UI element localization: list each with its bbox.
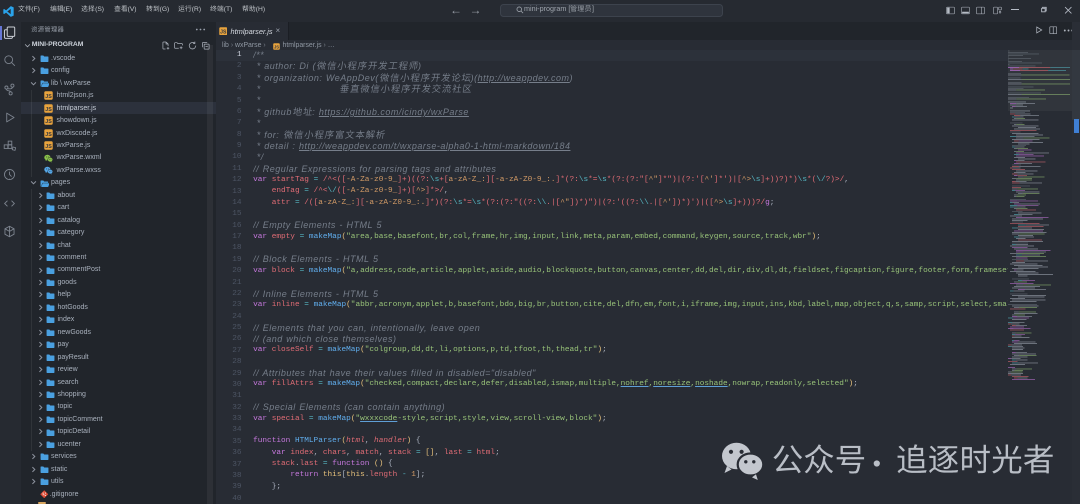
- svg-text:JS: JS: [273, 44, 278, 49]
- svg-text:JS: JS: [45, 94, 52, 100]
- svg-text:JS: JS: [45, 106, 52, 112]
- svg-text:JS: JS: [45, 131, 52, 137]
- svg-text:JS: JS: [220, 29, 227, 35]
- svg-text:JS: JS: [45, 119, 52, 125]
- svg-text:JS: JS: [45, 144, 52, 150]
